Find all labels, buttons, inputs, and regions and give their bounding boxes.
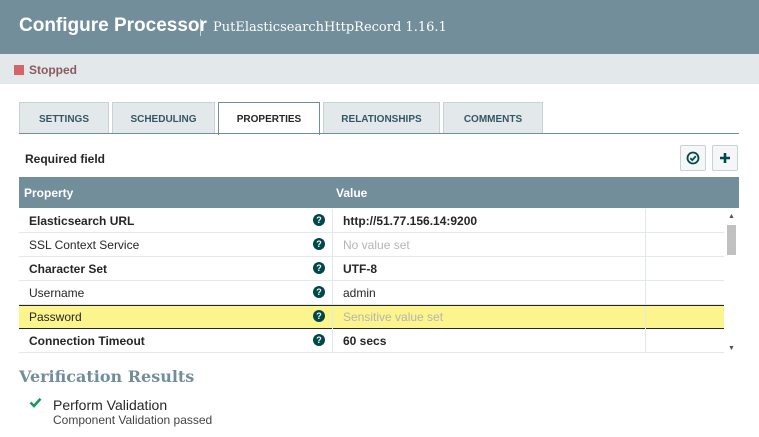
property-name: Username [29, 286, 85, 300]
verify-button[interactable] [680, 145, 706, 171]
property-value[interactable]: UTF-8 [343, 262, 377, 276]
dialog-title: Configure Processor [19, 15, 207, 36]
column-divider [332, 209, 333, 233]
scrollbar-thumb[interactable] [727, 225, 736, 255]
property-name: Elasticsearch URL [29, 214, 135, 228]
column-divider [645, 306, 646, 330]
property-value[interactable]: 60 secs [343, 334, 386, 348]
help-icon[interactable]: ? [313, 238, 325, 250]
check-icon [29, 397, 42, 408]
column-divider [645, 329, 646, 353]
column-divider [332, 306, 333, 330]
add-property-button[interactable] [712, 145, 738, 171]
property-row[interactable]: Elasticsearch URL ? http://51.77.156.14:… [19, 209, 724, 233]
tab-scheduling[interactable]: SCHEDULING [112, 102, 215, 133]
column-divider [645, 257, 646, 281]
property-name: Password [29, 310, 82, 324]
property-row[interactable]: Connection Timeout ? 60 secs [19, 329, 724, 353]
validation-detail: Component Validation passed [53, 413, 213, 427]
scroll-up-arrow-icon[interactable]: ▲ [728, 213, 735, 220]
property-name: SSL Context Service [29, 238, 140, 252]
stopped-icon [14, 65, 24, 75]
property-value[interactable]: http://51.77.156.14:9200 [343, 214, 477, 228]
property-value[interactable]: No value set [343, 238, 410, 252]
tab-comments[interactable]: COMMENTS [443, 102, 543, 133]
property-value[interactable]: Sensitive value set [343, 310, 443, 324]
column-divider [645, 209, 646, 233]
property-column-header[interactable]: Property [24, 186, 73, 200]
dialog-header: Configure Processor PutElasticsearchHttp… [0, 0, 759, 54]
property-name: Connection Timeout [29, 334, 145, 348]
plus-icon [720, 153, 730, 163]
check-circle-icon [686, 151, 700, 165]
property-name: Character Set [29, 262, 108, 276]
processor-type: PutElasticsearchHttpRecord 1.16.1 [213, 20, 447, 35]
property-value[interactable]: admin [343, 286, 376, 300]
help-icon[interactable]: ? [313, 214, 325, 226]
tab-underline [19, 133, 739, 134]
column-divider [332, 257, 333, 281]
value-column-header[interactable]: Value [336, 186, 367, 200]
property-row-selected[interactable]: Password ? Sensitive value set [19, 305, 724, 330]
title-separator [200, 19, 201, 36]
status-label: Stopped [29, 63, 77, 77]
help-icon[interactable]: ? [313, 262, 325, 274]
property-row[interactable]: Username ? admin [19, 281, 724, 305]
column-divider [332, 329, 333, 353]
property-row[interactable]: Character Set ? UTF-8 [19, 257, 724, 281]
tab-settings[interactable]: SETTINGS [19, 102, 109, 133]
required-field-label: Required field [25, 152, 106, 166]
help-icon[interactable]: ? [313, 334, 325, 346]
properties-table-header: Property Value [19, 177, 739, 208]
help-icon[interactable]: ? [313, 310, 325, 322]
tab-properties[interactable]: PROPERTIES [218, 102, 320, 135]
validation-title: Perform Validation [53, 397, 168, 413]
help-icon[interactable]: ? [313, 286, 325, 298]
column-divider [332, 281, 333, 305]
column-divider [645, 233, 646, 257]
column-divider [332, 233, 333, 257]
property-row[interactable]: SSL Context Service ? No value set [19, 233, 724, 257]
verification-results-title: Verification Results [19, 367, 195, 386]
column-divider [645, 281, 646, 305]
properties-table-body: Elasticsearch URL ? http://51.77.156.14:… [19, 209, 724, 357]
tab-relationships[interactable]: RELATIONSHIPS [323, 102, 440, 133]
status-bar [0, 54, 759, 84]
scroll-down-arrow-icon[interactable]: ▼ [728, 345, 735, 352]
